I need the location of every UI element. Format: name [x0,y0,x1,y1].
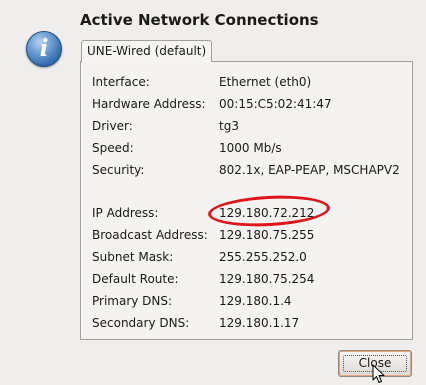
default-route-row: Default Route: 129.180.75.254 [92,271,314,287]
hardware-address-value: 00:15:C5:02:41:47 [219,97,332,111]
primary-dns-row: Primary DNS: 129.180.1.4 [92,293,292,309]
ip-address-label: IP Address: [92,206,159,220]
speed-value: 1000 Mb/s [219,141,282,155]
default-route-label: Default Route: [92,272,179,286]
ip-address-value: 129.180.72.212 [219,206,315,220]
secondary-dns-row: Secondary DNS: 129.180.1.17 [92,315,299,331]
info-icon: i [26,31,62,67]
speed-row: Speed: 1000 Mb/s [92,140,282,156]
broadcast-address-label: Broadcast Address: [92,228,208,242]
driver-label: Driver: [92,119,133,133]
hardware-address-label: Hardware Address: [92,97,206,111]
default-route-value: 129.180.75.254 [219,272,315,286]
primary-dns-label: Primary DNS: [92,294,173,308]
security-label: Security: [92,163,145,177]
network-connections-dialog: i Active Network Connections UNE-Wired (… [0,0,426,385]
subnet-mask-label: Subnet Mask: [92,250,174,264]
interface-label: Interface: [92,75,150,89]
driver-value: tg3 [219,119,239,133]
hardware-address-row: Hardware Address: 00:15:C5:02:41:47 [92,96,332,112]
dialog-title: Active Network Connections [80,11,319,29]
security-row: Security: 802.1x, EAP-PEAP, MSCHAPV2 [92,162,400,178]
close-button-label: Close [358,356,392,370]
secondary-dns-value: 129.180.1.17 [219,316,300,330]
close-button[interactable]: Close [338,350,412,377]
security-value: 802.1x, EAP-PEAP, MSCHAPV2 [219,163,400,177]
primary-dns-value: 129.180.1.4 [219,294,292,308]
subnet-mask-value: 255.255.252.0 [219,250,307,264]
driver-row: Driver: tg3 [92,118,239,134]
ip-address-row: IP Address: 129.180.72.212 [92,205,314,221]
subnet-mask-row: Subnet Mask: 255.255.252.0 [92,249,307,265]
tab-une-wired[interactable]: UNE-Wired (default) [81,40,213,62]
interface-row: Interface: Ethernet (eth0) [92,74,311,90]
interface-value: Ethernet (eth0) [219,75,312,89]
broadcast-address-row: Broadcast Address: 129.180.75.255 [92,227,314,243]
speed-label: Speed: [92,141,134,155]
secondary-dns-label: Secondary DNS: [92,316,190,330]
broadcast-address-value: 129.180.75.255 [219,228,315,242]
